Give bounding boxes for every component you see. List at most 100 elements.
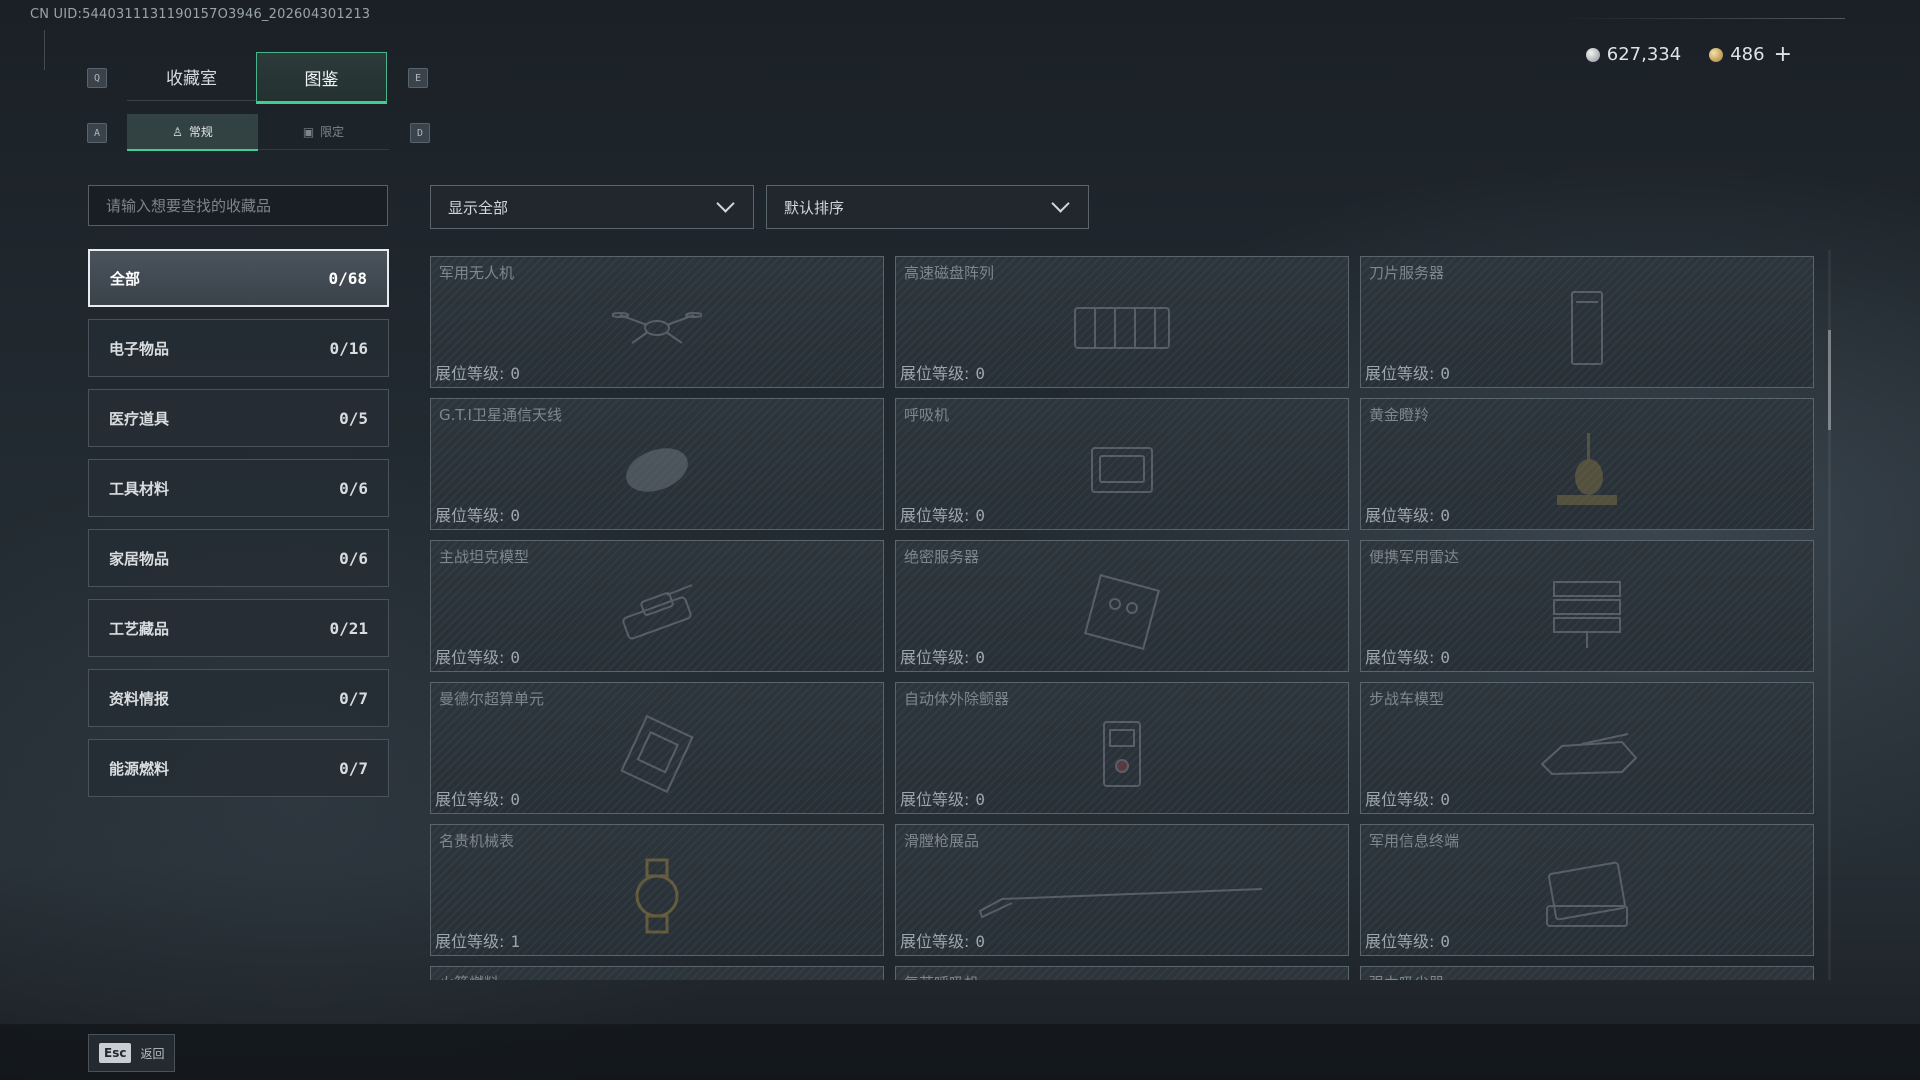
display-level-value: 0 bbox=[975, 790, 986, 809]
collectible-name: 步战车模型 bbox=[1369, 690, 1445, 708]
sort-value: 默认排序 bbox=[784, 198, 845, 217]
collectible-card[interactable]: 黄金瞪羚展位等级: 0 bbox=[1360, 398, 1814, 530]
esc-key-hint: Esc bbox=[99, 1043, 132, 1063]
collectible-name: 主战坦克模型 bbox=[439, 548, 530, 566]
chevron-down-icon bbox=[716, 194, 735, 213]
display-level: 展位等级: 0 bbox=[1365, 786, 1450, 810]
sub-tab-regular[interactable]: ♙ 常规 bbox=[127, 114, 258, 151]
blade-server-icon bbox=[1562, 288, 1612, 372]
display-level-value: 0 bbox=[1440, 364, 1451, 383]
collectible-card[interactable]: 强力吸尘器 bbox=[1360, 966, 1814, 980]
scrollbar-thumb[interactable] bbox=[1828, 330, 1831, 430]
collectible-card[interactable]: 火箭燃料 bbox=[430, 966, 884, 980]
supercomputer-icon bbox=[612, 709, 702, 803]
gazelle-statue-icon bbox=[1547, 425, 1627, 519]
category-electronics[interactable]: 电子物品 0/16 bbox=[88, 319, 389, 377]
key-hint-d[interactable]: D bbox=[410, 123, 430, 143]
key-hint-a[interactable]: A bbox=[87, 123, 107, 143]
sub-tab-label: 限定 bbox=[320, 125, 345, 139]
display-level-value: 0 bbox=[1440, 790, 1451, 809]
add-currency-button[interactable]: + bbox=[1774, 42, 1792, 67]
category-label: 工具材料 bbox=[109, 479, 170, 498]
grid-scrollbar[interactable] bbox=[1828, 250, 1831, 980]
back-button[interactable]: Esc 返回 bbox=[88, 1034, 176, 1072]
display-level-label: 展位等级: bbox=[1365, 506, 1435, 525]
display-level-value: 0 bbox=[975, 364, 986, 383]
collectible-card[interactable]: 步战车模型展位等级: 0 bbox=[1360, 682, 1814, 814]
collectible-card[interactable]: 复苏呼吸机 bbox=[895, 966, 1349, 980]
back-label: 返回 bbox=[140, 1046, 165, 1061]
collectible-card[interactable]: 自动体外除颤器 展位等级: 0 bbox=[895, 682, 1349, 814]
sort-dropdown[interactable]: 默认排序 bbox=[766, 185, 1089, 229]
gold-currency: 486 + bbox=[1709, 42, 1792, 67]
collectible-name: 呼吸机 bbox=[904, 406, 950, 424]
category-energy[interactable]: 能源燃料 0/7 bbox=[88, 739, 389, 797]
tab-collection-room[interactable]: 收藏室 bbox=[127, 52, 256, 101]
category-tools[interactable]: 工具材料 0/6 bbox=[88, 459, 389, 517]
player-uid: CN UID:5440311131190157O3946_20260430121… bbox=[30, 7, 371, 22]
display-level: 展位等级: 0 bbox=[1365, 502, 1450, 526]
category-count: 0/21 bbox=[329, 618, 368, 638]
key-hint-e[interactable]: E bbox=[408, 68, 428, 88]
disk-array-icon bbox=[1067, 298, 1177, 362]
display-level-value: 0 bbox=[510, 506, 521, 525]
display-level-value: 0 bbox=[975, 932, 986, 951]
collectible-card[interactable]: 高速磁盘阵列 展位等级: 0 bbox=[895, 256, 1349, 388]
collectible-card[interactable]: 便携军用雷达展位等级: 0 bbox=[1360, 540, 1814, 672]
category-crafts[interactable]: 工艺藏品 0/21 bbox=[88, 599, 389, 657]
display-level-value: 0 bbox=[1440, 932, 1451, 951]
figure-icon: ♙ bbox=[172, 124, 183, 139]
filter-dropdown[interactable]: 显示全部 bbox=[430, 185, 754, 229]
display-level-label: 展位等级: bbox=[1365, 364, 1435, 383]
display-level-label: 展位等级: bbox=[1365, 790, 1435, 809]
key-hint-q[interactable]: Q bbox=[87, 68, 107, 88]
collectible-card[interactable]: G.T.I卫星通信天线 展位等级: 0 bbox=[430, 398, 884, 530]
category-label: 全部 bbox=[110, 269, 141, 288]
collectible-card[interactable]: 呼吸机 展位等级: 0 bbox=[895, 398, 1349, 530]
collectible-name: 便携军用雷达 bbox=[1369, 548, 1460, 566]
item-grid: 军用无人机 展位等级: 0 高速磁盘阵列 展位等级: 0 刀片服务器 展位等级: 0 G.T.I卫… bbox=[430, 256, 1820, 980]
category-count: 0/16 bbox=[329, 338, 368, 358]
drone-icon bbox=[611, 303, 703, 357]
collectible-card[interactable]: 曼德尔超算单元 展位等级: 0 bbox=[430, 682, 884, 814]
category-count: 0/6 bbox=[339, 478, 368, 498]
collectible-card[interactable]: 刀片服务器 展位等级: 0 bbox=[1360, 256, 1814, 388]
tank-model-icon bbox=[612, 577, 702, 651]
gold-amount: 486 bbox=[1730, 44, 1765, 65]
category-intel[interactable]: 资料情报 0/7 bbox=[88, 669, 389, 727]
display-level: 展位等级: 0 bbox=[1365, 644, 1450, 668]
collectible-card[interactable]: 军用无人机 展位等级: 0 bbox=[430, 256, 884, 388]
ifv-model-icon bbox=[1532, 724, 1642, 788]
display-level-value: 0 bbox=[975, 506, 986, 525]
category-household[interactable]: 家居物品 0/6 bbox=[88, 529, 389, 587]
category-count: 0/68 bbox=[328, 268, 367, 288]
category-all[interactable]: 全部 0/68 bbox=[88, 249, 389, 307]
tab-catalog[interactable]: 图鉴 bbox=[256, 52, 387, 104]
display-level-label: 展位等级: bbox=[900, 364, 970, 383]
search-box[interactable] bbox=[88, 185, 388, 226]
sub-tab-label: 常规 bbox=[188, 125, 213, 139]
collectible-card[interactable]: 滑膛枪展品 展位等级: 0 bbox=[895, 824, 1349, 956]
display-level: 展位等级: 0 bbox=[1365, 928, 1450, 952]
display-level-label: 展位等级: bbox=[1365, 648, 1435, 667]
display-level-label: 展位等级: bbox=[435, 506, 505, 525]
display-level-label: 展位等级: bbox=[900, 648, 970, 667]
chevron-down-icon bbox=[1051, 194, 1070, 213]
search-input[interactable] bbox=[104, 195, 372, 216]
collectible-card[interactable]: 主战坦克模型 展位等级: 0 bbox=[430, 540, 884, 672]
category-list: 全部 0/68 电子物品 0/16 医疗道具 0/5 工具材料 0/6 家居物品… bbox=[88, 249, 389, 809]
collectible-card[interactable]: 名贵机械表 展位等级: 1 bbox=[430, 824, 884, 956]
display-level-label: 展位等级: bbox=[435, 932, 505, 951]
collectible-card[interactable]: 绝密服务器 展位等级: 0 bbox=[895, 540, 1349, 672]
collectible-name: 曼德尔超算单元 bbox=[439, 690, 545, 708]
category-medical[interactable]: 医疗道具 0/5 bbox=[88, 389, 389, 447]
collectible-card[interactable]: 军用信息终端 展位等级: 0 bbox=[1360, 824, 1814, 956]
collectible-name: 复苏呼吸机 bbox=[904, 972, 979, 980]
display-level-value: 1 bbox=[510, 932, 521, 951]
sub-tab-limited[interactable]: ▣ 限定 bbox=[258, 114, 389, 150]
display-level-value: 0 bbox=[510, 790, 521, 809]
filter-value: 显示全部 bbox=[448, 198, 509, 217]
watch-icon bbox=[622, 856, 692, 940]
main-tab-bar: 收藏室 图鉴 bbox=[127, 52, 387, 104]
collectible-name: 黄金瞪羚 bbox=[1369, 406, 1430, 424]
